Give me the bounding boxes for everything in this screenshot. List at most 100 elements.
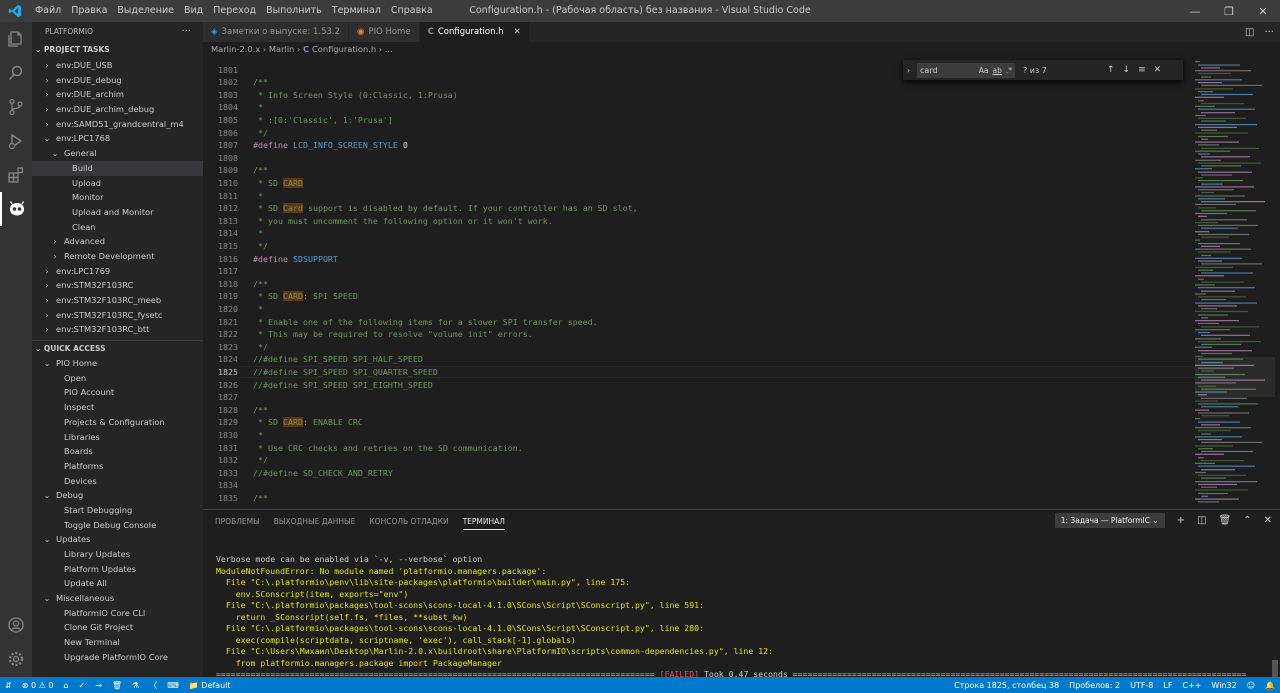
pio-test-icon[interactable]: ⚗	[127, 681, 144, 690]
pio-terminal-icon[interactable]: ⌨	[162, 681, 184, 690]
next-match-icon[interactable]: ↓	[1123, 65, 1131, 75]
chevron-right-icon[interactable]: ›	[907, 66, 910, 75]
project-tasks-header[interactable]: ⌄ PROJECT TASKS	[32, 42, 203, 58]
breadcrumb-item[interactable]: Marlin	[269, 44, 295, 54]
panel-tab[interactable]: КОНСОЛЬ ОТЛАДКИ	[369, 517, 448, 526]
menu-item[interactable]: Справка	[386, 0, 438, 22]
tab-заметки-о-выпуске-1-53-2[interactable]: ◈ Заметки о выпуске: 1.53.2	[203, 22, 350, 42]
platformio-icon[interactable]	[0, 192, 32, 226]
quick-access-header[interactable]: ⌄ QUICK ACCESS	[32, 340, 203, 356]
close-find-icon[interactable]: ✕	[1154, 65, 1162, 75]
breadcrumb-item[interactable]: Marlin-2.0.x	[211, 44, 260, 54]
menu-item[interactable]: Вид	[179, 0, 208, 22]
env-switcher[interactable]: 📁 Default	[184, 681, 236, 690]
tab-configuration-h[interactable]: C Configuration.h ✕	[419, 22, 530, 42]
tree-item[interactable]: Open	[32, 371, 203, 386]
tree-item[interactable]: Libraries	[32, 430, 203, 445]
minimap-viewport[interactable]	[1195, 357, 1275, 397]
tree-item[interactable]: Platform Updates	[32, 562, 203, 577]
tree-item[interactable]: › env:DUE_debug	[32, 73, 203, 88]
problems-indicator[interactable]: ⊗ 0 ⚠ 0	[17, 681, 59, 690]
tree-item[interactable]: Clone Git Project	[32, 620, 203, 635]
terminal-output[interactable]: Verbose mode can be enabled via `-v, --v…	[216, 554, 1266, 681]
source-control-icon[interactable]	[0, 90, 32, 124]
tree-item[interactable]: › env:STM32F103RC_btt	[32, 322, 203, 337]
remote-icon[interactable]: ⇵	[0, 681, 17, 690]
tree-item[interactable]: Projects & Configuration	[32, 415, 203, 430]
pio-monitor-icon[interactable]: 〈	[144, 680, 162, 691]
menu-item[interactable]: Выделение	[112, 0, 179, 22]
search-icon[interactable]	[0, 56, 32, 90]
cursor-position[interactable]: Строка 1825, столбец 38	[949, 681, 1064, 690]
tab-pio-home[interactable]: ◉ PIO Home	[349, 22, 420, 42]
whole-word-toggle[interactable]: ab	[993, 63, 1002, 78]
tree-item[interactable]: ⌄ env:LPC1768	[32, 131, 203, 146]
menu-item[interactable]: Файл	[30, 0, 66, 22]
pio-upload-icon[interactable]: →	[90, 681, 107, 690]
settings-icon[interactable]	[0, 642, 32, 676]
tree-item[interactable]: Update All	[32, 576, 203, 591]
tree-item[interactable]: › env:SAMD51_grandcentral_m4	[32, 117, 203, 132]
breadcrumb-item[interactable]: Configuration.h	[312, 44, 376, 54]
tree-item[interactable]: › env:STM32F103RC_fysetc	[32, 308, 203, 323]
tree-item[interactable]: Upload	[32, 176, 203, 191]
panel-tab[interactable]: ВЫХОДНЫЕ ДАННЫЕ	[274, 517, 356, 526]
tree-item[interactable]: › env:STM32F103RC	[32, 278, 203, 293]
extensions-icon[interactable]	[0, 158, 32, 192]
match-case-toggle[interactable]: Aa	[979, 63, 989, 78]
more-actions-icon[interactable]: ···	[1264, 27, 1274, 38]
tree-item[interactable]: › env:DUE_USB	[32, 58, 203, 73]
tree-item[interactable]: Toggle Debug Console	[32, 518, 203, 533]
tree-item[interactable]: Platforms	[32, 459, 203, 474]
indentation[interactable]: Пробелов: 2	[1064, 681, 1125, 690]
end-of-line[interactable]: LF	[1158, 681, 1177, 690]
pio-home-icon[interactable]: ⌂	[58, 681, 73, 690]
menu-item[interactable]: Терминал	[327, 0, 386, 22]
tree-item[interactable]: ⌄ Miscellaneous	[32, 591, 203, 606]
tree-item[interactable]: Boards	[32, 444, 203, 459]
tree-item[interactable]: › env:DUE_archim_debug	[32, 102, 203, 117]
terminal-select[interactable]: 1: Задача — PlatformIC ⌄	[1054, 513, 1165, 528]
panel-tab[interactable]: ТЕРМИНАЛ	[462, 513, 505, 530]
language-mode[interactable]: C++	[1177, 681, 1206, 690]
tree-item[interactable]: › env:DUE_archim	[32, 87, 203, 102]
find-input[interactable]: card Aa ab .*	[917, 62, 1015, 78]
breadcrumb-item[interactable]: ...	[385, 44, 393, 54]
tree-item[interactable]: Devices	[32, 474, 203, 489]
new-terminal-icon[interactable]: +	[1177, 515, 1185, 526]
split-editor-icon[interactable]: ◫	[1245, 27, 1254, 38]
find-in-selection-icon[interactable]: ≡	[1138, 65, 1146, 75]
tree-item[interactable]: Build	[32, 160, 203, 176]
feedback-icon[interactable]: ☺	[1242, 681, 1260, 690]
kill-terminal-icon[interactable]: 🗑	[1219, 515, 1232, 526]
tree-item[interactable]: Start Debugging	[32, 503, 203, 518]
tree-item[interactable]: PlatformIO Core CLI	[32, 606, 203, 621]
tree-item[interactable]: ⌄ Updates	[32, 532, 203, 547]
account-icon[interactable]	[0, 608, 32, 642]
tree-item[interactable]: Upload and Monitor	[32, 205, 203, 220]
tree-item[interactable]: ⌄ PIO Home	[32, 356, 203, 371]
previous-match-icon[interactable]: ↑	[1107, 65, 1115, 75]
notifications-icon[interactable]: 🔔	[1260, 681, 1280, 690]
explorer-icon[interactable]	[0, 22, 32, 56]
tree-item[interactable]: New Terminal	[32, 635, 203, 650]
tree-item[interactable]: › Advanced	[32, 234, 203, 249]
encoding[interactable]: UTF-8	[1125, 681, 1158, 690]
pio-clean-icon[interactable]: 🗑	[107, 681, 127, 690]
tree-item[interactable]: › env:STM32F103RC_meeb	[32, 293, 203, 308]
restore-icon[interactable]: ❐	[1212, 0, 1246, 22]
tree-item[interactable]: ⌄ Debug	[32, 488, 203, 503]
tree-item[interactable]: › Remote Development	[32, 249, 203, 264]
maximize-panel-icon[interactable]: ⌃	[1243, 515, 1251, 526]
close-panel-icon[interactable]: ✕	[1264, 515, 1272, 526]
menu-item[interactable]: Переход	[208, 0, 261, 22]
split-terminal-icon[interactable]: ◫	[1197, 515, 1206, 526]
tree-item[interactable]: Upgrade PlatformIO Core	[32, 650, 203, 665]
minimap[interactable]	[1195, 57, 1275, 509]
tree-item[interactable]: Inspect	[32, 400, 203, 415]
platform[interactable]: Win32	[1206, 681, 1241, 690]
close-icon[interactable]: ✕	[1246, 0, 1280, 22]
run-debug-icon[interactable]	[0, 124, 32, 158]
menu-item[interactable]: Правка	[66, 0, 112, 22]
more-actions-icon[interactable]: ···	[181, 22, 191, 42]
